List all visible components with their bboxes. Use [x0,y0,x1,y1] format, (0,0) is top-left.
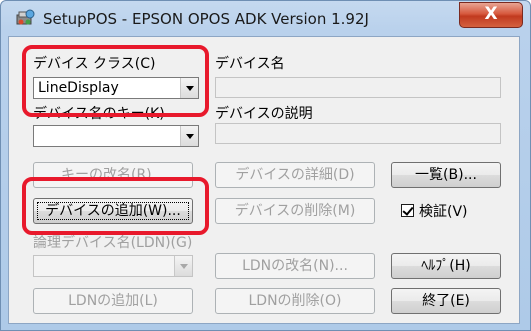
title-bar: SetupPOS - EPSON OPOS ADK Version 1.92J … [1,1,530,39]
add-ldn-button[interactable]: LDNの追加(L) [33,288,193,314]
window-title: SetupPOS - EPSON OPOS ADK Version 1.92J [43,10,369,28]
verify-label[interactable]: 検証(V) [419,201,468,221]
close-button[interactable]: X [459,2,523,28]
list-button[interactable]: 一覧(B)... [391,162,501,188]
chevron-down-icon[interactable] [174,256,192,276]
device-key-combo[interactable] [33,125,199,147]
device-description-field [215,123,501,144]
device-name-label: デバイス名 [215,56,285,72]
chevron-down-icon[interactable] [180,126,198,146]
delete-device-button[interactable]: デバイスの削除(M) [215,198,375,224]
ldn-combo[interactable] [33,255,193,277]
rename-ldn-button[interactable]: LDNの改名(N)... [215,253,375,279]
device-name-field [215,77,501,98]
highlight-add-device [22,177,209,235]
help-button[interactable]: ﾍﾙﾌﾟ(H) [391,253,501,279]
delete-ldn-button[interactable]: LDNの削除(O) [215,288,375,314]
verify-checkbox[interactable] [401,204,414,217]
exit-button[interactable]: 終了(E) [391,288,501,314]
close-icon: X [484,4,498,24]
highlight-device-class [22,45,209,117]
device-detail-button[interactable]: デバイスの詳細(D) [215,162,375,188]
ldn-label: 論理デバイス名(LDN)(G) [33,235,193,251]
device-description-label: デバイスの説明 [215,106,313,122]
setuppos-window: SetupPOS - EPSON OPOS ADK Version 1.92J … [0,0,531,331]
setup-pos-icon [16,9,35,25]
